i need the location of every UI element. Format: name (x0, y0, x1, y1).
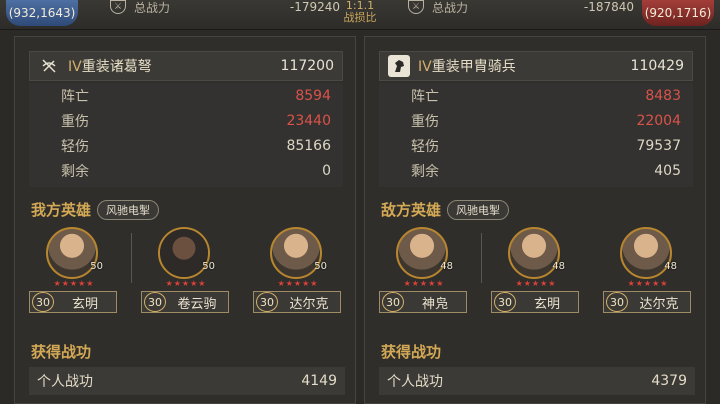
hero-badge: 30 (494, 292, 516, 312)
hero-name-bar: 30 玄明 (491, 291, 579, 313)
hero-name-bar: 30 玄明 (29, 291, 117, 313)
hero-card[interactable]: 50 ★★★★★ 30 卷云驹 (141, 227, 229, 317)
left-power: ⚔ 总战力 -179240 (110, 0, 340, 15)
unit-name: IV重装诸葛弩 (68, 59, 152, 75)
hero-stars: ★★★★★ (165, 279, 207, 288)
hero-badge: 30 (144, 292, 166, 312)
battle-loss-ratio: 1:1.1 战损比 (334, 0, 386, 24)
left-power-value: -179240 (289, 0, 340, 14)
merit-label: 个人战功 (37, 374, 93, 390)
hero-name: 玄明 (71, 296, 98, 312)
hero-card[interactable]: 50 ★★★★★ 30 玄明 (29, 227, 117, 317)
own-side-panel: IV重装诸葛弩 117200 阵亡 8594 重伤 23440 轻伤 85166 剩余… (14, 36, 356, 404)
hero-level: 50 (90, 261, 103, 272)
stat-row-light: 轻伤 79537 (411, 137, 681, 155)
ratio-label: 战损比 (343, 11, 377, 24)
stat-row-severe: 重伤 22004 (411, 112, 681, 130)
shield-icon: ⚔ (408, 0, 424, 14)
stat-row-killed: 阵亡 8594 (61, 87, 331, 105)
casualty-stats: 阵亡 8483 重伤 22004 轻伤 79537 剩余 405 (379, 83, 693, 187)
right-power: ⚔ 总战力 -187840 (408, 0, 634, 15)
heroes-title: 敌方英雄 风驰电掣 (381, 199, 510, 220)
stat-row-killed: 阵亡 8483 (411, 87, 681, 105)
stat-row-severe: 重伤 23440 (61, 112, 331, 130)
hero-name: 达尔克 (639, 296, 679, 312)
horse-icon (388, 55, 410, 77)
hero-name: 达尔克 (289, 296, 329, 312)
hero-name: 卷云驹 (177, 296, 217, 312)
enemy-side-panel: IV重装甲胄骑兵 110429 阵亡 8483 重伤 22004 轻伤 79537 剩… (364, 36, 706, 404)
hero-stars: ★★★★★ (277, 279, 319, 288)
hero-stars: ★★★★★ (515, 279, 557, 288)
hero-level: 50 (314, 261, 327, 272)
hero-stars: ★★★★★ (53, 279, 95, 288)
stat-row-remaining: 剩余 405 (411, 162, 681, 180)
right-power-label: 总战力 (432, 0, 469, 15)
merit-title: 获得战功 (31, 343, 92, 361)
formation-tag[interactable]: 风驰电掣 (447, 199, 510, 220)
hero-card[interactable]: 48 ★★★★★ 30 达尔克 (603, 227, 691, 317)
merit-title: 获得战功 (381, 343, 442, 361)
divider (131, 233, 132, 283)
hero-badge: 30 (606, 292, 628, 312)
merit-value: 4379 (651, 373, 687, 389)
hero-level: 48 (552, 261, 565, 272)
hero-level: 48 (440, 261, 453, 272)
unit-header: IV重装诸葛弩 117200 (29, 51, 343, 81)
stat-row-light: 轻伤 85166 (61, 137, 331, 155)
right-power-value: -187840 (583, 0, 634, 14)
unit-total: 117200 (280, 58, 334, 74)
top-bar: (932,1643) ⚔ 总战力 -179240 1:1.1 战损比 ⚔ 总战力… (0, 0, 720, 30)
hero-name-bar: 30 达尔克 (603, 291, 691, 313)
unit-total: 110429 (630, 58, 684, 74)
hero-badge: 30 (32, 292, 54, 312)
unit-name: IV重装甲胄骑兵 (418, 59, 516, 75)
formation-tag[interactable]: 风驰电掣 (97, 199, 160, 220)
hero-badge: 30 (382, 292, 404, 312)
hero-card[interactable]: 50 ★★★★★ 30 达尔克 (253, 227, 341, 317)
hero-name-bar: 30 达尔克 (253, 291, 341, 313)
merit-label: 个人战功 (387, 374, 443, 390)
casualty-stats: 阵亡 8594 重伤 23440 轻伤 85166 剩余 0 (29, 83, 343, 187)
hero-badge: 30 (256, 292, 278, 312)
hero-name: 神凫 (421, 296, 448, 312)
hero-level: 48 (664, 261, 677, 272)
divider (481, 233, 482, 283)
hero-name-bar: 30 神凫 (379, 291, 467, 313)
hero-name: 玄明 (533, 296, 560, 312)
shield-icon: ⚔ (110, 0, 126, 14)
right-coord-badge[interactable]: (920,1716) (642, 0, 714, 26)
merit-row: 个人战功 4379 (379, 367, 695, 395)
hero-name-bar: 30 卷云驹 (141, 291, 229, 313)
left-coord-badge[interactable]: (932,1643) (6, 0, 78, 26)
hero-card[interactable]: 48 ★★★★★ 30 玄明 (491, 227, 579, 317)
hero-stars: ★★★★★ (403, 279, 445, 288)
left-power-label: 总战力 (134, 0, 171, 15)
merit-row: 个人战功 4149 (29, 367, 345, 395)
stat-row-remaining: 剩余 0 (61, 162, 331, 180)
unit-header: IV重装甲胄骑兵 110429 (379, 51, 693, 81)
hero-stars: ★★★★★ (627, 279, 669, 288)
merit-value: 4149 (301, 373, 337, 389)
heroes-title: 我方英雄 风驰电掣 (31, 199, 160, 220)
hero-card[interactable]: 48 ★★★★★ 30 神凫 (379, 227, 467, 317)
crossbow-icon (38, 55, 60, 77)
hero-level: 50 (202, 261, 215, 272)
